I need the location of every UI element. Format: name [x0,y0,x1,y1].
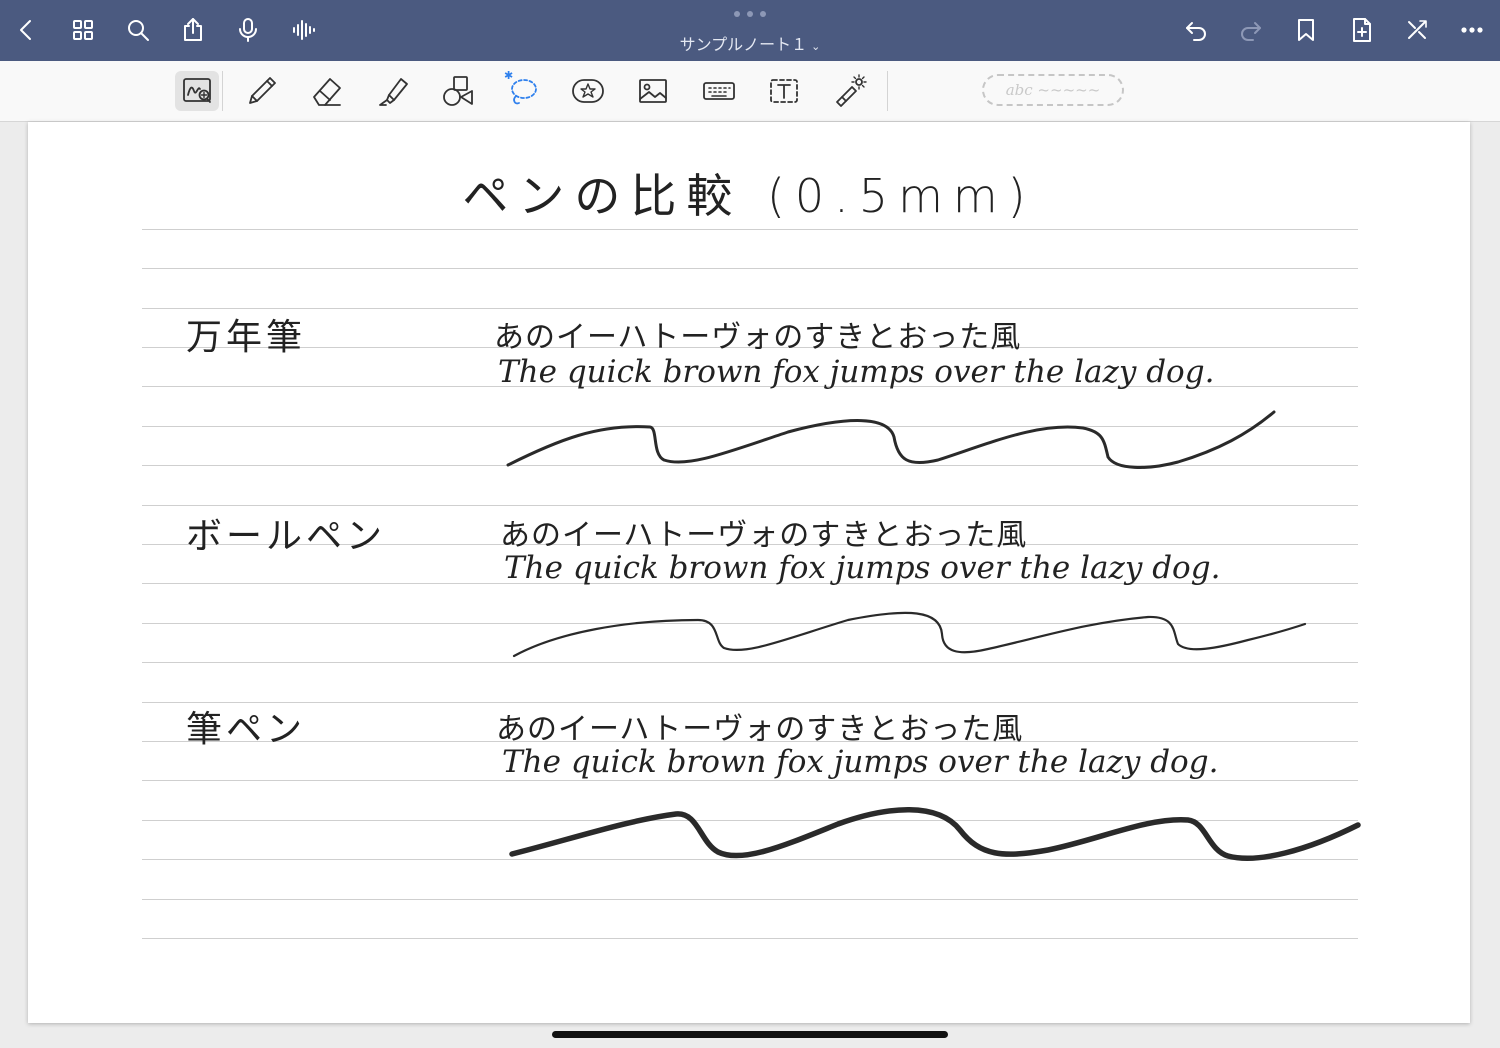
bluetooth-badge: ✱ [504,69,514,82]
keyboard-icon[interactable] [697,71,741,111]
fountain-pen-wave-stroke [506,410,1276,469]
close-toolbar-icon[interactable] [1399,12,1435,48]
add-page-icon[interactable] [1344,12,1380,48]
highlighter-icon[interactable] [371,71,415,111]
search-icon[interactable] [120,12,156,48]
navigation-bar: サンプルノート１ ⌄ [0,0,1500,61]
note-page[interactable]: ペンの比較 (0.5mm) 万年筆 あのイーハトーヴォのすきとおった風 The … [28,122,1470,1023]
share-icon[interactable] [175,12,211,48]
audio-waveform-icon[interactable] [286,12,322,48]
sticker-icon[interactable] [566,71,610,111]
pen-icon[interactable] [240,71,284,111]
handwriting-conversion-field[interactable]: abc ~~~~~ [982,74,1124,106]
toolbar-divider [222,71,223,111]
microphone-icon[interactable] [230,12,266,48]
image-icon[interactable] [631,71,675,111]
shapes-icon[interactable] [436,71,480,111]
ballpoint-pen-wave-stroke [512,611,1307,658]
window-grabber[interactable] [734,11,766,17]
back-chevron-icon[interactable] [8,12,44,48]
laser-pointer-icon[interactable] [828,71,872,111]
text-box-icon[interactable] [762,71,806,111]
document-title-button[interactable]: サンプルノート１ ⌄ [600,31,900,55]
lasso-icon[interactable]: ✱ [500,69,544,111]
ink-strokes [506,410,1361,861]
zoom-window-icon[interactable] [175,71,219,111]
redo-icon[interactable] [1233,12,1269,48]
undo-icon[interactable] [1178,12,1214,48]
toolbar-divider [887,71,888,111]
bookmark-icon[interactable] [1288,12,1324,48]
home-indicator[interactable] [552,1031,948,1038]
more-icon[interactable] [1454,12,1490,48]
thumbnails-grid-icon[interactable] [65,12,101,48]
brush-pen-wave-stroke [509,807,1361,861]
eraser-icon[interactable] [305,71,349,111]
chevron-down-icon: ⌄ [811,40,821,53]
document-title: サンプルノート１ [679,35,808,54]
tool-bar: ✱ abc ~~~~~ [0,61,1500,122]
